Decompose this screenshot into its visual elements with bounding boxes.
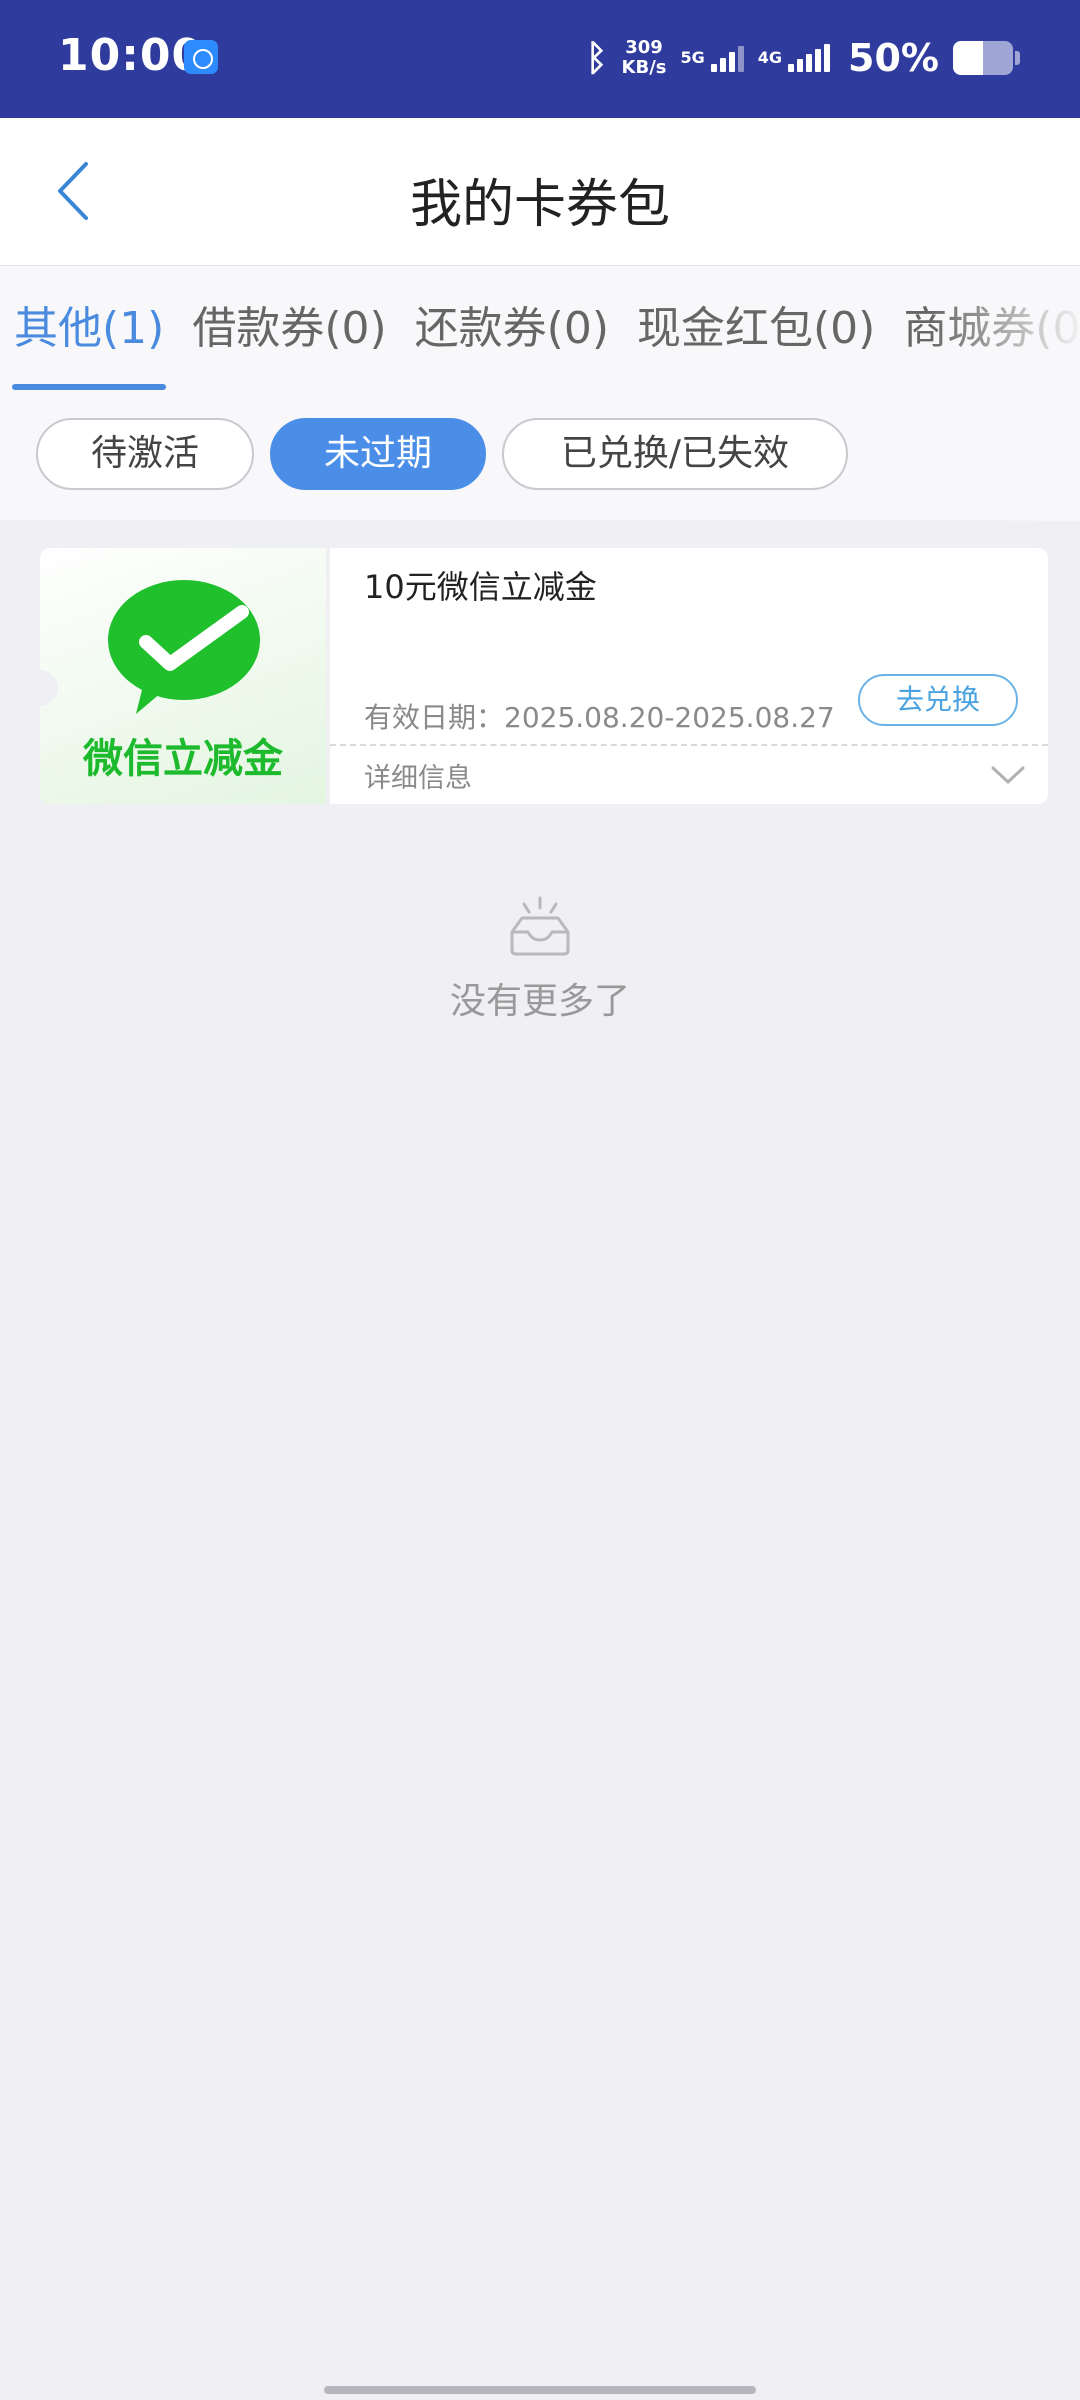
filter-pending-activation[interactable]: 待激活 [36, 418, 254, 490]
status-indicators: ᛒ 309 KB/s 5G 4G 50% [586, 26, 1020, 90]
signal-5g: 5G [681, 44, 744, 72]
empty-inbox-icon [510, 896, 570, 956]
coupon-title: 10元微信立减金 [364, 568, 597, 606]
filter-not-expired[interactable]: 未过期 [270, 418, 486, 490]
tab-other[interactable]: 其他(1) [0, 294, 178, 390]
tab-repay-coupon[interactable]: 还款券(0) [401, 294, 623, 364]
redeem-button[interactable]: 去兑换 [858, 674, 1018, 726]
tabs-area: 其他(1) 借款券(0) 还款券(0) 现金红包(0) 商城券(0) 待激活 未… [0, 265, 1080, 521]
chevron-down-icon[interactable] [990, 762, 1026, 788]
signal-4g: 4G [757, 44, 831, 72]
home-indicator[interactable] [324, 2386, 756, 2394]
tab-cash-red-packet[interactable]: 现金红包(0) [623, 294, 889, 364]
status-bar: 10:00 ᛒ 309 KB/s 5G 4G 50% [0, 0, 1080, 118]
tab-loan-coupon[interactable]: 借款券(0) [178, 294, 400, 364]
status-filters: 待激活 未过期 已兑换/已失效 [36, 418, 848, 490]
filter-redeemed-expired[interactable]: 已兑换/已失效 [502, 418, 848, 490]
network-speed-value: 309 [625, 37, 663, 58]
coupon-card[interactable]: 微信立减金 10元微信立减金 有效日期：2025.08.20-2025.08.2… [22, 548, 1048, 804]
hotspot-icon [184, 40, 218, 74]
bluetooth-icon: ᛒ [585, 37, 608, 79]
signal-4g-label: 4G [757, 48, 783, 67]
details-toggle-label[interactable]: 详细信息 [364, 756, 472, 795]
signal-icon [788, 44, 831, 72]
network-speed: 309 KB/s [622, 38, 667, 78]
signal-icon [710, 44, 744, 72]
coupon-notch [22, 670, 58, 706]
dashed-divider [330, 744, 1048, 746]
signal-5g-label: 5G [680, 48, 705, 67]
app-header: 我的卡券包 [0, 118, 1080, 265]
tabs-fade-overlay [930, 266, 1080, 521]
category-tabs: 其他(1) 借款券(0) 还款券(0) 现金红包(0) 商城券(0) [0, 294, 1080, 390]
battery-icon [953, 41, 1013, 75]
battery-percent: 50% [848, 36, 939, 80]
status-time: 10:00 [58, 30, 204, 81]
coupon-left-label: 微信立减金 [83, 736, 283, 782]
wechat-pay-icon [108, 580, 260, 714]
coupon-right-panel: 10元微信立减金 有效日期：2025.08.20-2025.08.27 去兑换 … [330, 548, 1048, 804]
page-title: 我的卡券包 [409, 175, 670, 235]
battery-tip [1015, 51, 1020, 65]
empty-state-text: 没有更多了 [449, 981, 630, 1022]
coupon-validity: 有效日期：2025.08.20-2025.08.27 [364, 701, 835, 734]
network-speed-unit: KB/s [621, 57, 667, 78]
coupon-left-panel: 微信立减金 [22, 548, 326, 804]
